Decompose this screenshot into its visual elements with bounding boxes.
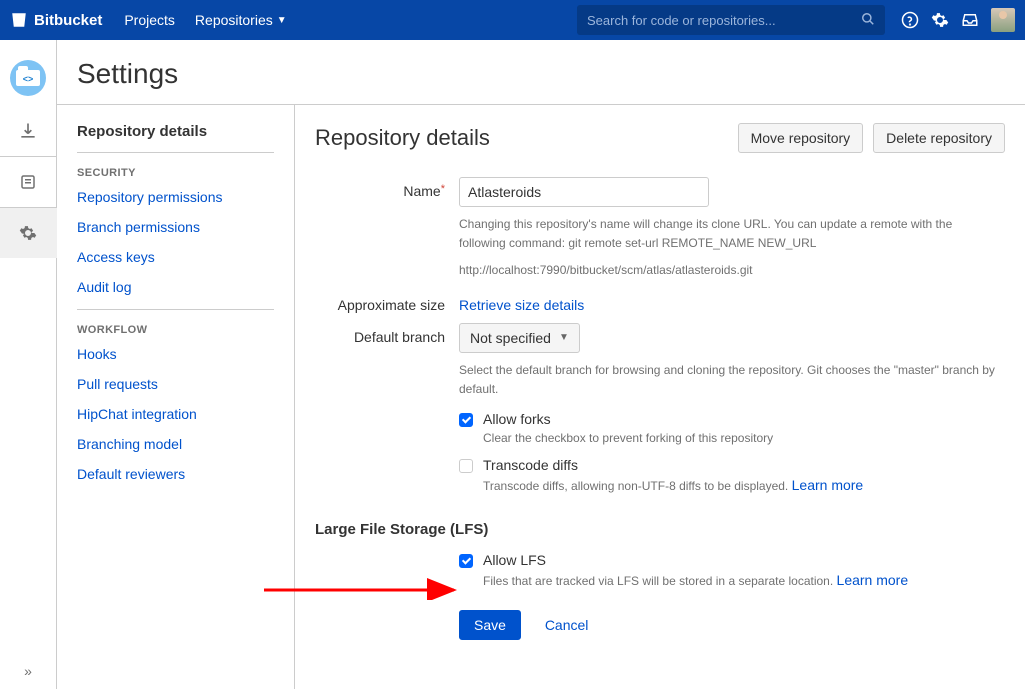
allow-lfs-help: Files that are tracked via LFS will be s…: [483, 572, 908, 588]
left-rail: <> »: [0, 40, 57, 689]
size-label: Approximate size: [315, 291, 459, 313]
nav-repositories[interactable]: Repositories▼: [195, 12, 287, 28]
brand-logo[interactable]: Bitbucket: [10, 11, 102, 29]
page-header: Settings: [57, 40, 1025, 104]
name-input[interactable]: [459, 177, 709, 207]
sidebar-link-branch-permissions[interactable]: Branch permissions: [77, 219, 274, 235]
sidebar-link-branching-model[interactable]: Branching model: [77, 436, 274, 452]
sidebar-link-pull-requests[interactable]: Pull requests: [77, 376, 274, 392]
cancel-button[interactable]: Cancel: [533, 611, 601, 639]
transcode-learn-more-link[interactable]: Learn more: [792, 477, 864, 493]
sidebar-link-audit-log[interactable]: Audit log: [77, 279, 274, 295]
lfs-section-title: Large File Storage (LFS): [315, 521, 1005, 538]
sidebar-link-hipchat[interactable]: HipChat integration: [77, 406, 274, 422]
transcode-diffs-label: Transcode diffs: [483, 457, 863, 473]
allow-forks-help: Clear the checkbox to prevent forking of…: [483, 431, 773, 445]
bitbucket-icon: [10, 11, 28, 29]
top-navigation: Bitbucket Projects Repositories▼: [0, 0, 1025, 40]
sidebar-security-heading: SECURITY: [77, 167, 274, 179]
search-input[interactable]: [587, 13, 861, 28]
sidebar-title: Repository details: [77, 123, 274, 153]
retrieve-size-link[interactable]: Retrieve size details: [459, 297, 584, 313]
sidebar-link-access-keys[interactable]: Access keys: [77, 249, 274, 265]
lfs-learn-more-link[interactable]: Learn more: [837, 572, 909, 588]
sidebar-workflow-heading: WORKFLOW: [77, 324, 274, 336]
default-branch-label: Default branch: [315, 323, 459, 493]
nav-projects[interactable]: Projects: [124, 12, 175, 28]
rail-settings-icon[interactable]: [0, 208, 57, 258]
top-icon-group: [895, 5, 1015, 35]
search-icon: [861, 12, 875, 29]
rail-repo-icon[interactable]: <>: [0, 50, 57, 106]
name-help-2: http://localhost:7990/bitbucket/scm/atla…: [459, 261, 999, 280]
user-avatar[interactable]: [991, 8, 1015, 32]
allow-forks-label: Allow forks: [483, 411, 773, 427]
rail-expand-icon[interactable]: »: [0, 663, 56, 679]
default-branch-help: Select the default branch for browsing a…: [459, 361, 999, 399]
admin-gear-icon[interactable]: [925, 5, 955, 35]
rail-source-icon[interactable]: [0, 157, 57, 207]
page-title: Settings: [77, 58, 1005, 90]
name-label: Name*: [315, 177, 459, 281]
main-panel: Repository details Move repository Delet…: [295, 105, 1025, 689]
delete-repository-button[interactable]: Delete repository: [873, 123, 1005, 153]
settings-sidebar: Repository details SECURITY Repository p…: [57, 105, 295, 689]
name-help-1: Changing this repository's name will cha…: [459, 215, 999, 253]
allow-forks-checkbox[interactable]: [459, 413, 473, 427]
caret-down-icon: ▼: [277, 15, 287, 26]
save-button[interactable]: Save: [459, 610, 521, 640]
inbox-icon[interactable]: [955, 5, 985, 35]
sidebar-link-hooks[interactable]: Hooks: [77, 346, 274, 362]
default-branch-dropdown[interactable]: Not specified ▼: [459, 323, 580, 353]
help-icon[interactable]: [895, 5, 925, 35]
allow-lfs-checkbox[interactable]: [459, 554, 473, 568]
panel-title: Repository details: [315, 125, 738, 151]
sidebar-link-repo-permissions[interactable]: Repository permissions: [77, 189, 274, 205]
sidebar-link-default-reviewers[interactable]: Default reviewers: [77, 466, 274, 482]
transcode-diffs-checkbox[interactable]: [459, 459, 473, 473]
brand-text: Bitbucket: [34, 12, 102, 29]
caret-down-icon: ▼: [559, 332, 569, 343]
transcode-diffs-help: Transcode diffs, allowing non-UTF-8 diff…: [483, 477, 863, 493]
search-box[interactable]: [577, 5, 885, 35]
rail-clone-icon[interactable]: [0, 106, 57, 156]
move-repository-button[interactable]: Move repository: [738, 123, 864, 153]
allow-lfs-label: Allow LFS: [483, 552, 908, 568]
